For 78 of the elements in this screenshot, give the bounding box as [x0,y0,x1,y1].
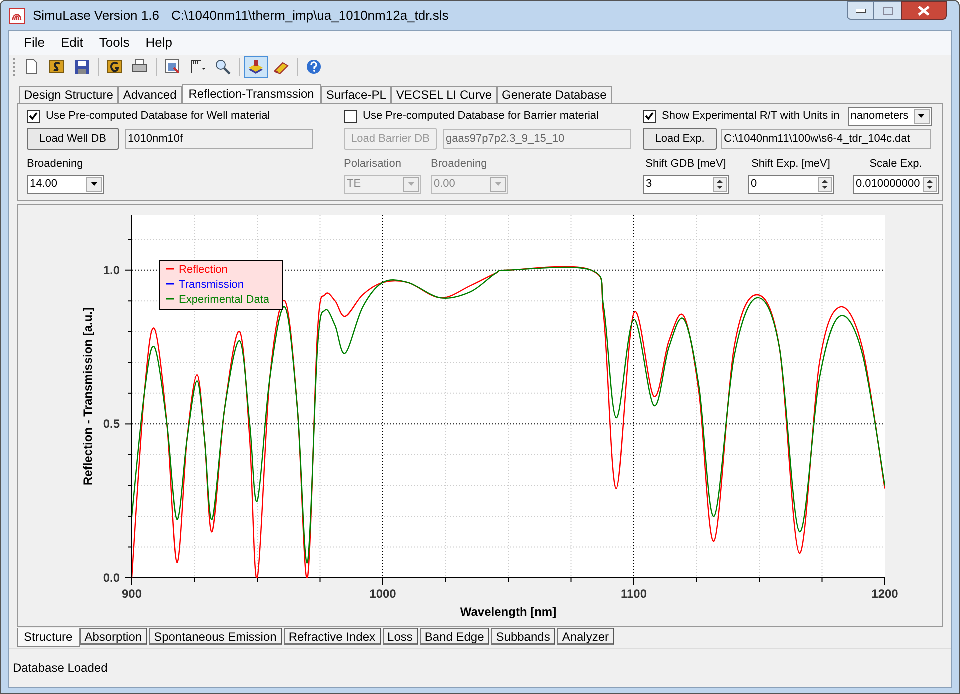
x-tick-label: 1000 [370,587,396,601]
caret-icon [90,182,98,186]
spin-field[interactable]: 0 [748,174,834,194]
tab[interactable]: Spontaneous Emission [149,628,282,645]
menu-item[interactable]: Edit [54,33,90,53]
status-text: Database Loaded [13,660,108,677]
spinner-label: Shift GDB [meV] [646,157,726,172]
broadening-label: Broadening [27,157,84,172]
file-field: C:\1040nm11\100w\s6-4_tdr_104c.dat [721,129,931,149]
x-axis-title: Wavelength [nm] [460,605,557,619]
check-icon [645,112,654,120]
tab[interactable]: Structure [17,628,80,647]
tab[interactable]: Refractive Index [284,628,381,645]
caret-icon [494,182,502,186]
save-icon [74,59,90,75]
spin-arrows-icon [717,180,723,188]
checkbox[interactable] [643,110,656,122]
y-tick-label: 1.0 [103,263,120,278]
app-logo-icon [9,8,25,24]
checkbox-label: Show Experimental R/T with Units in [662,108,840,124]
y-tick-label: 0.0 [103,571,120,585]
y-axis-title: Reflection - Transmission [a.u.] [81,307,95,486]
tab[interactable]: Advanced [118,86,182,103]
polarisation-label: Polarisation [344,157,402,172]
maximize-icon [882,6,892,14]
menu-item[interactable]: Tools [92,33,137,53]
window-title: SimuLase Version 1.6 [33,6,160,25]
broadening-label: Broadening [431,157,488,172]
checkbox-label: Use Pre-computed Database for Barrier material [363,108,599,124]
check-icon [29,112,38,120]
x-tick-label: 1100 [620,587,648,601]
tab[interactable]: Reflection-Transmssion [182,84,322,103]
image-export-icon [165,59,181,75]
legend-label: Transmission [179,279,244,291]
ruler-dropdown-icon [190,59,206,75]
tab[interactable]: Design Structure [19,86,118,103]
close-icon [918,6,930,16]
load-exp-button[interactable]: Load Exp. [643,128,717,150]
menu-item[interactable]: Help [138,33,180,53]
spinner-label: Shift Exp. [meV] [752,157,830,172]
minimize-icon [856,8,866,12]
y-tick-label: 0.5 [103,417,120,432]
layer-stack-icon [248,59,264,75]
legend-label: Reflection [179,264,228,276]
spinner-label: Scale Exp. [870,157,922,172]
caret-icon [408,182,414,186]
dropdown[interactable]: 14.00 [27,174,104,194]
tab[interactable]: Loss [382,628,418,645]
tab[interactable]: Absorption [80,628,148,645]
caret-icon [918,114,926,118]
spin-arrows-icon [822,180,828,188]
spin-field[interactable]: 0.010000000 [853,174,939,194]
load-well-db-button[interactable]: Load Well DB [27,128,119,150]
tab[interactable]: Generate Database [497,86,612,103]
dropdown[interactable]: nanometers [848,106,932,126]
menu-item[interactable]: File [17,33,52,53]
minimize-button[interactable] [847,1,874,20]
checkbox[interactable] [27,110,40,122]
printer-icon [132,59,148,75]
file-path: C:\1040nm11\therm_imp\ua_1010nm12a_tdr.sls [171,6,449,25]
help-icon [306,59,322,75]
close-button[interactable] [901,1,947,20]
x-tick-label: 1200 [872,587,898,601]
new-document-icon [24,59,40,75]
magnifier-icon [215,59,231,75]
spin-arrows-icon [927,180,933,188]
tab[interactable]: Surface-PL [321,86,392,103]
tab[interactable]: VECSEL LI Curve [391,86,497,103]
file-field: 1010nm10f [125,129,313,149]
tab[interactable]: Band Edge [420,628,490,645]
toolbar-button[interactable] [244,56,268,78]
spin-field[interactable]: 3 [643,174,729,194]
checkbox-label: Use Pre-computed Database for Well material [46,108,270,124]
tab[interactable]: Analyzer [557,628,614,645]
legend-label: Experimental Data [179,294,270,306]
tab[interactable]: Subbands [491,628,556,645]
x-tick-label: 900 [122,587,142,601]
file-field: gaas97p7p2.3_9_15_10 [443,129,631,149]
